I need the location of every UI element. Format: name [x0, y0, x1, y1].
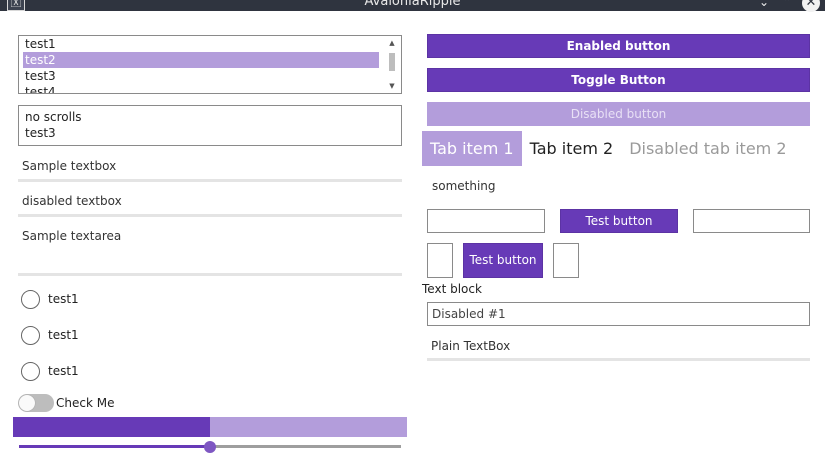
tab-content-text: something — [432, 179, 496, 193]
sample-textbox[interactable]: Sample textbox — [18, 159, 402, 182]
test-button[interactable]: Test button — [560, 209, 678, 233]
listbox-scrollbar[interactable]: ▲ ▼ — [383, 36, 401, 93]
plain-textbox[interactable]: Plain TextBox — [427, 339, 810, 361]
empty-textbox[interactable] — [427, 209, 545, 233]
disabled-button: Disabled button — [427, 102, 810, 126]
empty-textbox[interactable] — [553, 243, 579, 278]
minimize-icon[interactable]: ⌄ — [756, 0, 772, 10]
listbox[interactable]: test1 test2 test3 test4 ▲ ▼ — [18, 35, 402, 94]
maximize-icon[interactable]: ⌃ — [779, 0, 795, 10]
disabled-field: Disabled #1 — [427, 302, 810, 326]
tab-item-1[interactable]: Tab item 1 — [422, 131, 522, 166]
list-item[interactable]: test4 — [19, 84, 401, 93]
tab-strip: Tab item 1 Tab item 2 Disabled tab item … — [422, 131, 795, 166]
list-item[interactable]: test1 — [19, 36, 401, 52]
toggle-track[interactable] — [18, 394, 54, 412]
toggle-label: Check Me — [56, 396, 115, 410]
listbox-no-scroll[interactable]: no scrolls test3 — [18, 105, 402, 146]
tab-disabled: Disabled tab item 2 — [629, 139, 787, 158]
scroll-down-icon[interactable]: ▼ — [383, 82, 401, 90]
toggle-knob[interactable] — [19, 395, 35, 411]
radio-option[interactable]: test1 — [21, 361, 79, 381]
empty-textbox[interactable] — [427, 243, 453, 278]
window-titlebar: 🅇 AvaloniaRipple ⌄ ⌃ ✕ — [0, 0, 825, 12]
text-block: Text block — [422, 282, 482, 296]
toggle-button[interactable]: Toggle Button — [427, 68, 810, 92]
window-title: AvaloniaRipple — [364, 0, 461, 9]
close-icon[interactable]: ✕ — [802, 0, 820, 12]
radio-label: test1 — [48, 328, 79, 342]
list-item[interactable]: test3 — [19, 125, 401, 141]
progress-fill — [13, 417, 210, 437]
radio-circle-icon[interactable] — [21, 325, 40, 345]
sample-textarea[interactable]: Sample textarea — [18, 229, 402, 276]
progress-bar — [13, 417, 407, 437]
list-item-selected[interactable]: test2 — [23, 52, 379, 68]
slider-fill — [19, 445, 210, 448]
radio-circle-icon[interactable] — [21, 289, 40, 309]
radio-circle-icon[interactable] — [21, 361, 40, 381]
scrollbar-thumb[interactable] — [389, 53, 395, 71]
tab-item-2[interactable]: Tab item 2 — [522, 131, 622, 166]
slider[interactable] — [19, 440, 401, 454]
radio-option[interactable]: test1 — [21, 325, 79, 345]
list-item[interactable]: no scrolls — [19, 109, 401, 125]
disabled-textbox: disabled textbox — [18, 194, 402, 217]
enabled-button[interactable]: Enabled button — [427, 34, 810, 58]
radio-label: test1 — [48, 292, 79, 306]
radio-option[interactable]: test1 — [21, 289, 79, 309]
list-item[interactable]: test3 — [19, 68, 401, 84]
slider-thumb[interactable] — [204, 441, 216, 453]
empty-textbox[interactable] — [693, 209, 810, 233]
test-button[interactable]: Test button — [463, 243, 543, 278]
scroll-up-icon[interactable]: ▲ — [383, 39, 401, 47]
radio-label: test1 — [48, 364, 79, 378]
check-me-toggle[interactable]: Check Me — [18, 394, 114, 412]
